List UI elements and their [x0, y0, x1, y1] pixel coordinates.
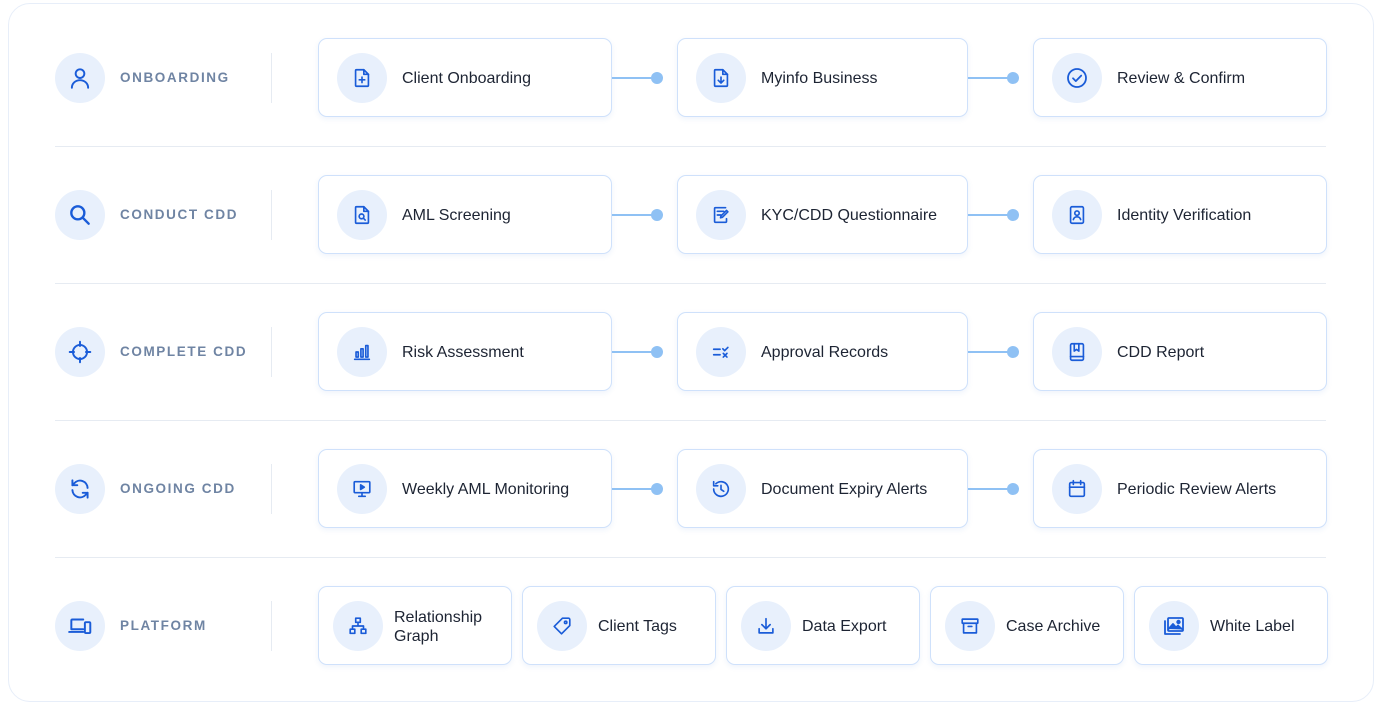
row-divider — [55, 283, 1326, 284]
step-card-periodic-review-alerts[interactable]: Periodic Review Alerts — [1033, 449, 1327, 528]
stage-label: PLATFORM — [120, 618, 207, 633]
step-label: Document Expiry Alerts — [761, 481, 928, 498]
feature-label: Client Tags — [598, 618, 677, 635]
stage-row-platform: PLATFORM Relationship Graph Client Tags … — [0, 586, 1380, 666]
feature-label: White Label — [1210, 618, 1295, 635]
id-badge-icon — [1052, 190, 1102, 240]
file-plus-icon — [337, 53, 387, 103]
download-icon — [741, 601, 791, 651]
tag-icon — [537, 601, 587, 651]
stage-label: ONBOARDING — [120, 70, 230, 85]
step-label: Identity Verification — [1117, 207, 1252, 224]
connector-dot — [1007, 483, 1019, 495]
stage-divider — [271, 53, 272, 103]
connector-dot — [1007, 209, 1019, 221]
connector-line — [968, 351, 1010, 353]
stage-row-complete-cdd: COMPLETE CDD Risk Assessment Approval Re… — [0, 312, 1380, 392]
stage-divider — [271, 601, 272, 651]
step-label: Client Onboarding — [402, 70, 531, 87]
step-card-weekly-aml-monitoring[interactable]: Weekly AML Monitoring — [318, 449, 612, 528]
step-label: AML Screening — [402, 207, 511, 224]
search-icon — [55, 190, 105, 240]
monitor-play-icon — [337, 464, 387, 514]
feature-card-case-archive[interactable]: Case Archive — [930, 586, 1124, 665]
step-card-myinfo-business[interactable]: Myinfo Business — [677, 38, 968, 117]
file-search-icon — [337, 190, 387, 240]
stage-divider — [271, 190, 272, 240]
step-label: CDD Report — [1117, 344, 1205, 361]
step-card-kyc-cdd-questionnaire[interactable]: KYC/CDD Questionnaire — [677, 175, 968, 254]
feature-card-relationship-graph[interactable]: Relationship Graph — [318, 586, 512, 665]
row-divider — [55, 146, 1326, 147]
connector-line — [612, 214, 654, 216]
form-edit-icon — [696, 190, 746, 240]
stage-label: COMPLETE CDD — [120, 344, 248, 359]
step-card-cdd-report[interactable]: CDD Report — [1033, 312, 1327, 391]
step-card-document-expiry-alerts[interactable]: Document Expiry Alerts — [677, 449, 968, 528]
devices-icon — [55, 601, 105, 651]
stage-divider — [271, 464, 272, 514]
connector-line — [968, 214, 1010, 216]
step-label: Review & Confirm — [1117, 70, 1246, 87]
feature-label: Relationship Graph — [394, 608, 483, 645]
connector-line — [968, 488, 1010, 490]
step-label: Myinfo Business — [761, 70, 878, 87]
crosshair-icon — [55, 327, 105, 377]
connector-line — [612, 351, 654, 353]
refresh-icon — [55, 464, 105, 514]
stage-label: ONGOING CDD — [120, 481, 236, 496]
step-card-risk-assessment[interactable]: Risk Assessment — [318, 312, 612, 391]
step-label: Weekly AML Monitoring — [402, 481, 570, 498]
connector-dot — [651, 483, 663, 495]
archive-icon — [945, 601, 995, 651]
connector-line — [968, 77, 1010, 79]
feature-label: Case Archive — [1006, 618, 1101, 635]
step-label: KYC/CDD Questionnaire — [761, 207, 938, 224]
stage-row-ongoing-cdd: ONGOING CDD Weekly AML Monitoring Docume… — [0, 449, 1380, 529]
row-divider — [55, 420, 1326, 421]
feature-card-data-export[interactable]: Data Export — [726, 586, 920, 665]
step-card-client-onboarding[interactable]: Client Onboarding — [318, 38, 612, 117]
step-label: Risk Assessment — [402, 344, 524, 361]
book-icon — [1052, 327, 1102, 377]
stage-label: CONDUCT CDD — [120, 207, 239, 222]
check-circle-icon — [1052, 53, 1102, 103]
bar-chart-icon — [337, 327, 387, 377]
step-card-identity-verification[interactable]: Identity Verification — [1033, 175, 1327, 254]
step-card-review-confirm[interactable]: Review & Confirm — [1033, 38, 1327, 117]
user-icon — [55, 53, 105, 103]
step-label: Approval Records — [761, 344, 889, 361]
feature-card-white-label[interactable]: White Label — [1134, 586, 1328, 665]
connector-line — [612, 77, 654, 79]
step-label: Periodic Review Alerts — [1117, 481, 1277, 498]
connector-dot — [651, 346, 663, 358]
calendar-icon — [1052, 464, 1102, 514]
row-divider — [55, 557, 1326, 558]
connector-line — [612, 488, 654, 490]
list-check-icon — [696, 327, 746, 377]
images-icon — [1149, 601, 1199, 651]
stage-divider — [271, 327, 272, 377]
step-card-approval-records[interactable]: Approval Records — [677, 312, 968, 391]
connector-dot — [1007, 346, 1019, 358]
hierarchy-icon — [333, 601, 383, 651]
file-download-icon — [696, 53, 746, 103]
connector-dot — [651, 72, 663, 84]
step-card-aml-screening[interactable]: AML Screening — [318, 175, 612, 254]
connector-dot — [651, 209, 663, 221]
history-icon — [696, 464, 746, 514]
connector-dot — [1007, 72, 1019, 84]
stage-row-conduct-cdd: CONDUCT CDD AML Screening KYC/CDD Questi… — [0, 175, 1380, 255]
stage-row-onboarding: ONBOARDING Client Onboarding Myinfo Busi… — [0, 38, 1380, 118]
feature-label: Data Export — [802, 618, 887, 635]
feature-card-client-tags[interactable]: Client Tags — [522, 586, 716, 665]
